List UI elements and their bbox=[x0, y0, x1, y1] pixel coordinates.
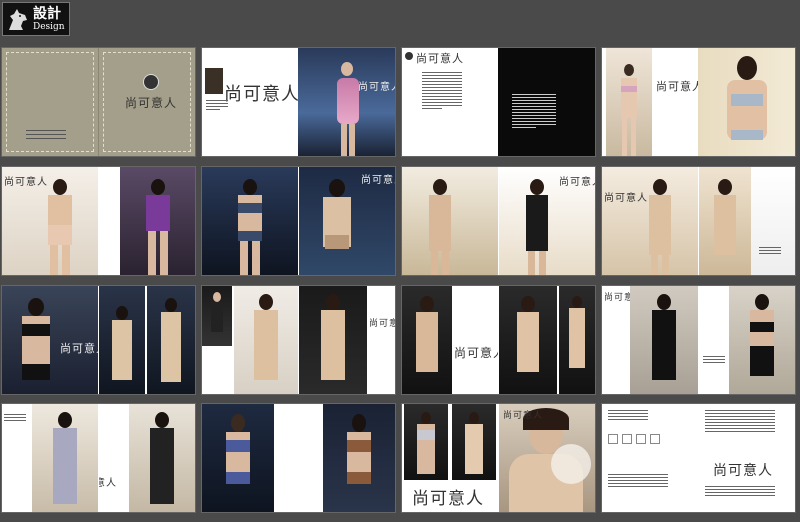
spread-14[interactable] bbox=[202, 404, 395, 512]
design-logo: 設計 Design bbox=[2, 2, 70, 36]
brand-wordmark: 尚可意人 bbox=[369, 319, 395, 329]
spread-9[interactable]: 尚可意人 bbox=[2, 286, 195, 394]
brand-wordmark: 尚可意人 bbox=[99, 478, 117, 489]
brand-wordmark: 尚可意人 bbox=[224, 84, 298, 105]
spread-13[interactable]: 尚可意人 bbox=[2, 404, 195, 512]
brand-wordmark: 尚可意人 bbox=[604, 193, 648, 204]
spread-16[interactable]: 尚可意人 bbox=[602, 404, 795, 512]
brand-wordmark: 尚可意人 bbox=[358, 82, 395, 93]
spread-12[interactable]: 尚可意人 bbox=[602, 286, 795, 394]
spread-11[interactable]: 尚可意人 bbox=[402, 286, 595, 394]
horse-head-icon bbox=[3, 4, 33, 34]
brand-wordmark: 尚可意人 bbox=[416, 52, 464, 65]
brand-wordmark: 尚可意人 bbox=[503, 411, 544, 421]
brand-wordmark: 尚可意人 bbox=[361, 175, 395, 186]
brand-wordmark: 尚可意人 bbox=[656, 80, 698, 93]
brand-wordmark: 尚可意人 bbox=[60, 342, 98, 355]
spread-6[interactable]: 尚可意人 bbox=[202, 167, 395, 275]
brand-wordmark: 尚可意人 bbox=[713, 463, 773, 479]
spread-2[interactable]: 尚可意人 尚可意人 bbox=[202, 48, 395, 156]
brand-wordmark: 尚可意人 bbox=[125, 96, 178, 110]
logo-text-en: Design bbox=[33, 21, 65, 32]
spread-8[interactable]: 尚可意人 bbox=[602, 167, 795, 275]
spread-7[interactable]: 尚可意人 bbox=[402, 167, 595, 275]
brand-wordmark: 尚可意人 bbox=[454, 346, 498, 360]
spread-3[interactable]: 尚可意人 bbox=[402, 48, 595, 156]
spread-5[interactable]: 尚可意人 bbox=[2, 167, 195, 275]
logo-text-cn: 設計 bbox=[33, 5, 61, 22]
brand-wordmark: 尚可意人 bbox=[559, 177, 595, 188]
spread-cover[interactable]: 尚可意人 bbox=[2, 48, 195, 156]
spread-4[interactable]: 尚可意人 bbox=[602, 48, 795, 156]
spread-10[interactable]: 尚可意人 bbox=[202, 286, 395, 394]
brand-wordmark: 尚可意人 bbox=[412, 489, 484, 509]
spread-15[interactable]: 尚可意人 尚可意人 bbox=[402, 404, 595, 512]
